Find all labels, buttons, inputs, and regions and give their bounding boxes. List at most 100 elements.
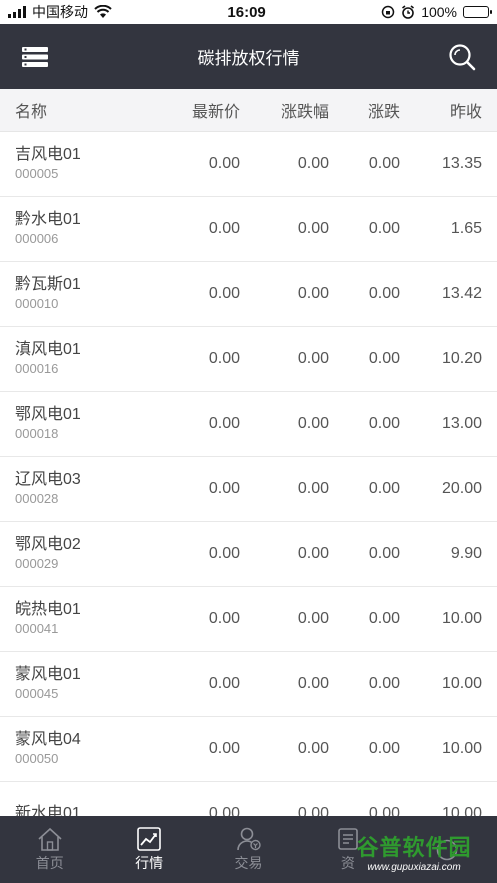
row-name-cell: 皖热电01 000041: [0, 600, 160, 638]
row-latest: 0.00: [208, 610, 240, 627]
column-header-name[interactable]: 名称: [0, 98, 160, 122]
row-prev-close: 13.00: [441, 415, 482, 432]
row-name: 新水电01: [15, 805, 81, 816]
watermark-url: www.gupuxiazai.com: [367, 861, 461, 873]
column-header-prev-close[interactable]: 昨收: [400, 98, 482, 122]
status-right: 100%: [381, 4, 492, 20]
row-code: 000029: [15, 556, 59, 571]
row-name-cell: 鄂风电02 000029: [0, 535, 160, 573]
row-change-pct: 0.00: [297, 610, 329, 627]
row-code: 000006: [15, 231, 59, 246]
column-header-change[interactable]: 涨跌: [329, 98, 400, 122]
row-name-cell: 黔水电01 000006: [0, 210, 160, 248]
column-header-change-pct[interactable]: 涨跌幅: [240, 98, 329, 122]
table-row[interactable]: 黔瓦斯01 000010 0.00 0.00 0.00 13.42: [0, 262, 497, 327]
table-row[interactable]: 蒙风电04 000050 0.00 0.00 0.00 10.00: [0, 717, 497, 782]
status-left: 中国移动: [8, 2, 112, 22]
row-name: 吉风电01: [15, 146, 81, 163]
row-change-pct: 0.00: [297, 285, 329, 302]
table-row[interactable]: 吉风电01 000005 0.00 0.00 0.00 13.35: [0, 132, 497, 197]
row-name: 黔水电01: [15, 211, 81, 228]
watermark-logo: 谷普软件园 www.gupuxiazai.com: [339, 825, 489, 877]
row-change: 0.00: [368, 480, 400, 497]
row-name-cell: 蒙风电01 000045: [0, 665, 160, 703]
row-change-pct: 0.00: [297, 350, 329, 367]
row-code: 000018: [15, 426, 59, 441]
row-change-pct: 0.00: [297, 220, 329, 237]
row-code: 000016: [15, 361, 59, 376]
row-prev-close: 13.42: [441, 285, 482, 302]
row-change-pct: 0.00: [297, 545, 329, 562]
row-prev-close: 10.00: [441, 675, 482, 692]
search-icon: [449, 43, 476, 70]
row-prev-close: 13.35: [441, 155, 482, 172]
tab-home[interactable]: 首页: [0, 816, 99, 883]
row-change-pct: 0.00: [297, 155, 329, 172]
battery-icon: [463, 6, 492, 18]
row-name-cell: 鄂风电01 000018: [0, 405, 160, 443]
tab-trade[interactable]: 交易: [199, 816, 298, 883]
nav-bar: 碳排放权行情: [0, 24, 497, 89]
row-name: 滇风电01: [15, 341, 81, 358]
status-time: 16:09: [227, 3, 266, 21]
table-row[interactable]: 辽风电03 000028 0.00 0.00 0.00 20.00: [0, 457, 497, 522]
row-name-cell: 新水电01: [0, 804, 160, 816]
row-prev-close: 10.00: [441, 805, 482, 816]
row-name-cell: 蒙风电04 000050: [0, 730, 160, 768]
row-prev-close: 20.00: [441, 480, 482, 497]
menu-button[interactable]: [18, 40, 52, 74]
table-row[interactable]: 滇风电01 000016 0.00 0.00 0.00 10.20: [0, 327, 497, 392]
row-change: 0.00: [368, 415, 400, 432]
row-code: 000005: [15, 166, 59, 181]
table-header: 名称 最新价 涨跌幅 涨跌 昨收: [0, 89, 497, 132]
row-latest: 0.00: [208, 415, 240, 432]
rotation-lock-icon: [381, 5, 395, 19]
row-name: 皖热电01: [15, 601, 81, 618]
quote-list[interactable]: 吉风电01 000005 0.00 0.00 0.00 13.35 黔水电01 …: [0, 132, 497, 816]
row-latest: 0.00: [208, 480, 240, 497]
table-row[interactable]: 鄂风电02 000029 0.00 0.00 0.00 9.90: [0, 522, 497, 587]
row-change: 0.00: [368, 220, 400, 237]
signal-icon: [8, 6, 26, 18]
row-change: 0.00: [368, 740, 400, 757]
row-latest: 0.00: [208, 805, 240, 816]
row-change: 0.00: [368, 155, 400, 172]
chart-icon: [137, 826, 161, 851]
alarm-icon: [402, 5, 415, 19]
row-change: 0.00: [368, 805, 400, 816]
column-header-latest[interactable]: 最新价: [160, 98, 240, 122]
row-code: 000010: [15, 296, 59, 311]
row-name-cell: 黔瓦斯01 000010: [0, 275, 160, 313]
row-name: 蒙风电01: [15, 666, 81, 683]
tab-market[interactable]: 行情: [99, 816, 198, 883]
table-row[interactable]: 鄂风电01 000018 0.00 0.00 0.00 13.00: [0, 392, 497, 457]
row-latest: 0.00: [208, 545, 240, 562]
status-bar: 中国移动 16:09 100%: [0, 0, 497, 24]
row-latest: 0.00: [208, 675, 240, 692]
row-name-cell: 辽风电03 000028: [0, 470, 160, 508]
row-latest: 0.00: [208, 740, 240, 757]
row-prev-close: 10.00: [441, 740, 482, 757]
row-code: 000028: [15, 491, 59, 506]
wifi-icon: [94, 5, 112, 18]
table-row[interactable]: 黔水电01 000006 0.00 0.00 0.00 1.65: [0, 197, 497, 262]
row-code: 000041: [15, 621, 59, 636]
row-name: 辽风电03: [15, 471, 81, 488]
row-name-cell: 吉风电01 000005: [0, 145, 160, 183]
table-row[interactable]: 新水电01 0.00 0.00 0.00 10.00: [0, 782, 497, 816]
home-icon: [38, 827, 62, 851]
row-prev-close: 10.20: [441, 350, 482, 367]
row-name: 鄂风电02: [15, 536, 81, 553]
row-name: 蒙风电04: [15, 731, 81, 748]
row-latest: 0.00: [208, 155, 240, 172]
search-button[interactable]: [445, 40, 479, 74]
row-prev-close: 10.00: [441, 610, 482, 627]
tab-trade-label: 交易: [234, 854, 263, 871]
row-change-pct: 0.00: [297, 480, 329, 497]
tab-market-label: 行情: [135, 854, 164, 871]
watermark-title: 谷普软件园: [356, 834, 472, 860]
row-prev-close: 9.90: [450, 545, 482, 562]
table-row[interactable]: 皖热电01 000041 0.00 0.00 0.00 10.00: [0, 587, 497, 652]
row-name-cell: 滇风电01 000016: [0, 340, 160, 378]
table-row[interactable]: 蒙风电01 000045 0.00 0.00 0.00 10.00: [0, 652, 497, 717]
